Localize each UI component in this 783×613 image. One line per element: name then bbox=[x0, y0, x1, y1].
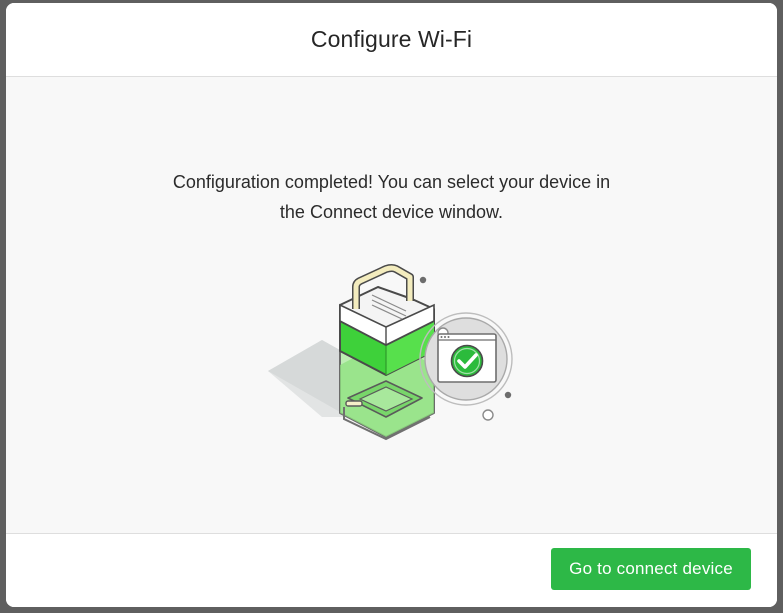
connection-dot-icon bbox=[504, 391, 512, 399]
completion-message-line-2: the Connect device window. bbox=[279, 202, 504, 222]
success-checkmark-icon bbox=[450, 344, 484, 378]
device-shadow bbox=[268, 340, 348, 417]
dialog-title: Configure Wi-Fi bbox=[310, 26, 473, 52]
dialog-header: Configure Wi-Fi bbox=[6, 3, 777, 77]
connection-dot-icon bbox=[419, 276, 427, 284]
configure-wifi-dialog: Configure Wi-Fi Configuration completed!… bbox=[6, 3, 777, 607]
go-to-connect-device-button[interactable]: Go to connect device bbox=[551, 548, 751, 590]
device-configured-illustration bbox=[268, 264, 513, 441]
dialog-body: Configuration completed! You can select … bbox=[6, 77, 777, 533]
completion-message-line-1: Configuration completed! You can select … bbox=[172, 172, 611, 192]
dialog-footer: Go to connect device bbox=[6, 533, 777, 607]
completion-message: Configuration completed! You can select … bbox=[6, 167, 777, 227]
